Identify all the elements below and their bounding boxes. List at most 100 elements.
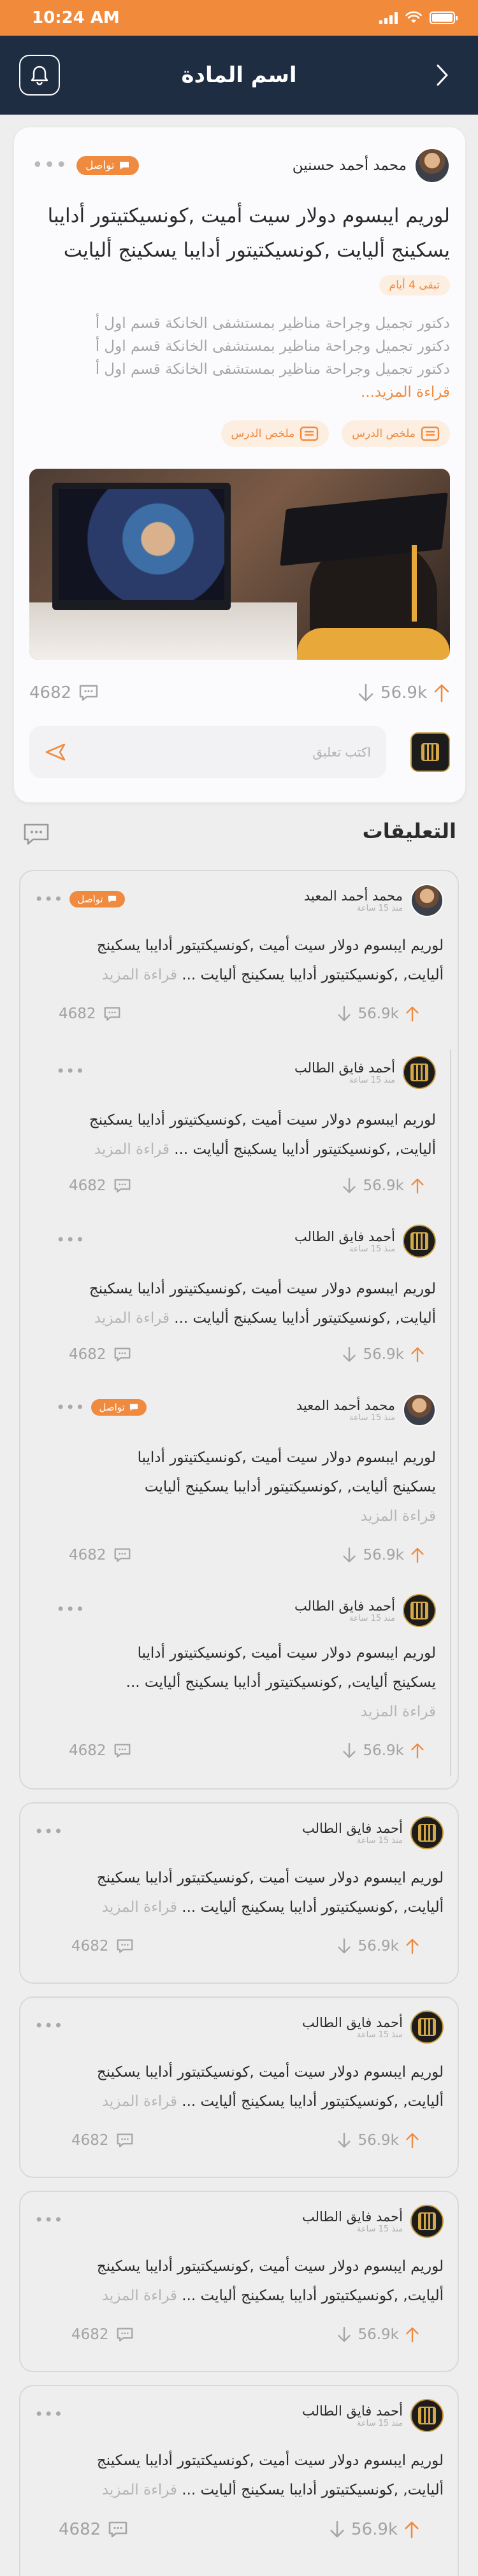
comments-count-value: 4682 [71, 2132, 109, 2149]
comment-stats: 4682 56.9k [71, 1937, 419, 1955]
votes-count: 56.9k [363, 1178, 404, 1194]
comment-author[interactable]: أحمد فايق الطالب منذ 15 ساعة [294, 1225, 436, 1258]
arrow-up-icon[interactable] [410, 1742, 424, 1760]
arrow-down-icon[interactable] [337, 1005, 351, 1023]
more-icon[interactable]: ••• [56, 1398, 85, 1416]
arrow-up-icon[interactable] [405, 1937, 419, 1955]
read-more-link[interactable]: قراءة المزيد [102, 1899, 177, 1916]
comments-count[interactable]: 4682 [71, 2326, 134, 2343]
read-more-link[interactable]: قراءة المزيد [102, 2482, 177, 2498]
comment-author-name: محمد أحمد المعيد [303, 888, 403, 904]
comments-count[interactable]: 4682 [69, 1346, 132, 1363]
comments-count[interactable]: 4682 [29, 683, 99, 702]
read-more-link[interactable]: قراءة المزيد [102, 2288, 177, 2304]
post-description-line: دكتور تجميل وجراحة مناظير بمستشفى الخانك… [95, 315, 450, 332]
read-more-link[interactable]: قراءة المزيد [102, 2093, 177, 2110]
read-more-link[interactable]: قراءة المزيد... [29, 381, 450, 404]
vote-controls: 56.9k [358, 683, 450, 703]
comment-author[interactable]: أحمد فايق الطالب منذ 15 ساعة [302, 1816, 444, 1849]
arrow-up-icon[interactable] [410, 1546, 424, 1564]
comments-section-title: التعليقات [362, 819, 456, 843]
comment-text: لوريم ايبسوم دولار سيت أميت ,كونسيكتيتور… [79, 1443, 436, 1531]
arrow-up-icon[interactable] [433, 683, 450, 703]
arrow-down-icon[interactable] [342, 1546, 356, 1564]
arrow-up-icon[interactable] [410, 1177, 424, 1195]
attachment-chip[interactable]: ملخص الدرس [342, 420, 450, 447]
comment-time: منذ 15 ساعة [356, 2224, 403, 2234]
comment-author[interactable]: محمد أحمد المعيد منذ 15 ساعة [304, 884, 444, 917]
notifications-button[interactable] [19, 55, 60, 96]
avatar [410, 2205, 444, 2238]
arrow-up-icon[interactable] [405, 2131, 419, 2149]
comment-text: لوريم ايبسوم دولار سيت أميت ,كونسيكتيتور… [54, 1106, 436, 1164]
comment-input[interactable]: اكتب تعليق [29, 726, 386, 778]
more-icon[interactable]: ••• [34, 1823, 63, 1840]
comments-count[interactable]: 4682 [71, 1938, 134, 1954]
read-more-link[interactable]: قراءة المزيد [79, 1697, 436, 1726]
arrow-down-icon[interactable] [337, 2326, 351, 2344]
comment-author[interactable]: محمد أحمد المعيد منذ 15 ساعة [296, 1393, 436, 1427]
comment-time: منذ 15 ساعة [349, 1244, 395, 1254]
comment-author[interactable]: أحمد فايق الطالب منذ 15 ساعة [302, 2399, 444, 2432]
more-icon[interactable]: ••• [56, 1062, 85, 1080]
comments-count[interactable]: 4682 [71, 2132, 134, 2149]
more-icon[interactable]: ••• [34, 2405, 63, 2423]
comment-stats: 4682 56.9k [71, 2131, 419, 2149]
arrow-up-icon[interactable] [405, 1005, 419, 1023]
arrow-up-icon[interactable] [405, 2326, 419, 2344]
read-more-link[interactable]: قراءة المزيد [79, 1502, 436, 1531]
chat-bubble-icon [108, 2521, 127, 2538]
chat-bubble-icon [104, 1007, 120, 1021]
comment-stats: 4682 56.9k [59, 1005, 419, 1023]
comments-count[interactable]: 4682 [59, 1006, 122, 1022]
comments-count-value: 4682 [69, 1547, 106, 1563]
comment-author-name: أحمد فايق الطالب [294, 1228, 395, 1244]
votes-count: 56.9k [358, 1006, 399, 1022]
comment-text: لوريم ايبسوم دولار سيت أميت ,كونسيكتيتور… [29, 2058, 444, 2116]
comments-count-value: 4682 [69, 1742, 106, 1759]
more-icon[interactable]: ••• [56, 1600, 85, 1618]
more-icon[interactable]: ••• [34, 890, 63, 908]
comment-author[interactable]: أحمد فايق الطالب منذ 15 ساعة [294, 1594, 436, 1627]
back-button[interactable] [430, 61, 455, 89]
arrow-down-icon[interactable] [342, 1346, 356, 1363]
more-icon[interactable]: ••• [56, 1231, 85, 1249]
arrow-down-icon[interactable] [342, 1177, 356, 1195]
more-icon[interactable]: ••• [34, 2017, 63, 2035]
post-author[interactable]: محمد أحمد حسنين [293, 148, 450, 183]
arrow-down-icon[interactable] [358, 683, 374, 703]
more-icon[interactable]: ••• [34, 2211, 63, 2229]
comment-time: منذ 15 ساعة [349, 1613, 395, 1623]
comments-count[interactable]: 4682 [69, 1742, 132, 1759]
comments-count[interactable]: 4682 [59, 2520, 129, 2539]
contact-tag[interactable]: تواصل [91, 1399, 147, 1416]
attachment-chip[interactable]: ملخص الدرس [221, 420, 330, 447]
avatar [403, 1393, 436, 1427]
comment-text: لوريم ايبسوم دولار سيت أميت ,كونسيكتيتور… [29, 2446, 444, 2505]
send-icon[interactable] [45, 743, 66, 762]
comments-count-value: 4682 [69, 1178, 106, 1194]
contact-tag[interactable]: تواصل [76, 155, 139, 175]
comment-author[interactable]: أحمد فايق الطالب منذ 15 ساعة [294, 1056, 436, 1089]
arrow-up-icon[interactable] [404, 2520, 419, 2539]
read-more-link[interactable]: قراءة المزيد [94, 1310, 170, 1327]
arrow-up-icon[interactable] [410, 1346, 424, 1363]
read-more-link[interactable]: قراءة المزيد [102, 967, 177, 983]
read-more-link[interactable]: قراءة المزيد [94, 1141, 170, 1158]
chat-bubble-icon [117, 1939, 133, 1953]
arrow-down-icon[interactable] [337, 2131, 351, 2149]
comments-count[interactable]: 4682 [69, 1178, 132, 1194]
post-title: لوريم ايبسوم دولار سيت أميت ,كونسيكتيتور… [47, 204, 450, 262]
comment-time: منذ 15 ساعة [356, 2030, 403, 2040]
comment-card: أحمد فايق الطالب منذ 15 ساعة ••• لوريم اي… [19, 1802, 459, 1984]
arrow-down-icon[interactable] [330, 2520, 345, 2539]
comment-author[interactable]: أحمد فايق الطالب منذ 15 ساعة [302, 2205, 444, 2238]
contact-tag[interactable]: تواصل [69, 891, 125, 907]
arrow-down-icon[interactable] [342, 1742, 356, 1760]
more-icon[interactable]: ••• [32, 154, 68, 176]
comment-author[interactable]: أحمد فايق الطالب منذ 15 ساعة [302, 2010, 444, 2044]
post-image[interactable] [29, 469, 450, 660]
comments-count[interactable]: 4682 [69, 1547, 132, 1563]
arrow-down-icon[interactable] [337, 1937, 351, 1955]
comment-card: أحمد فايق الطالب منذ 15 ساعة ••• لوريم اي… [19, 2385, 459, 2576]
